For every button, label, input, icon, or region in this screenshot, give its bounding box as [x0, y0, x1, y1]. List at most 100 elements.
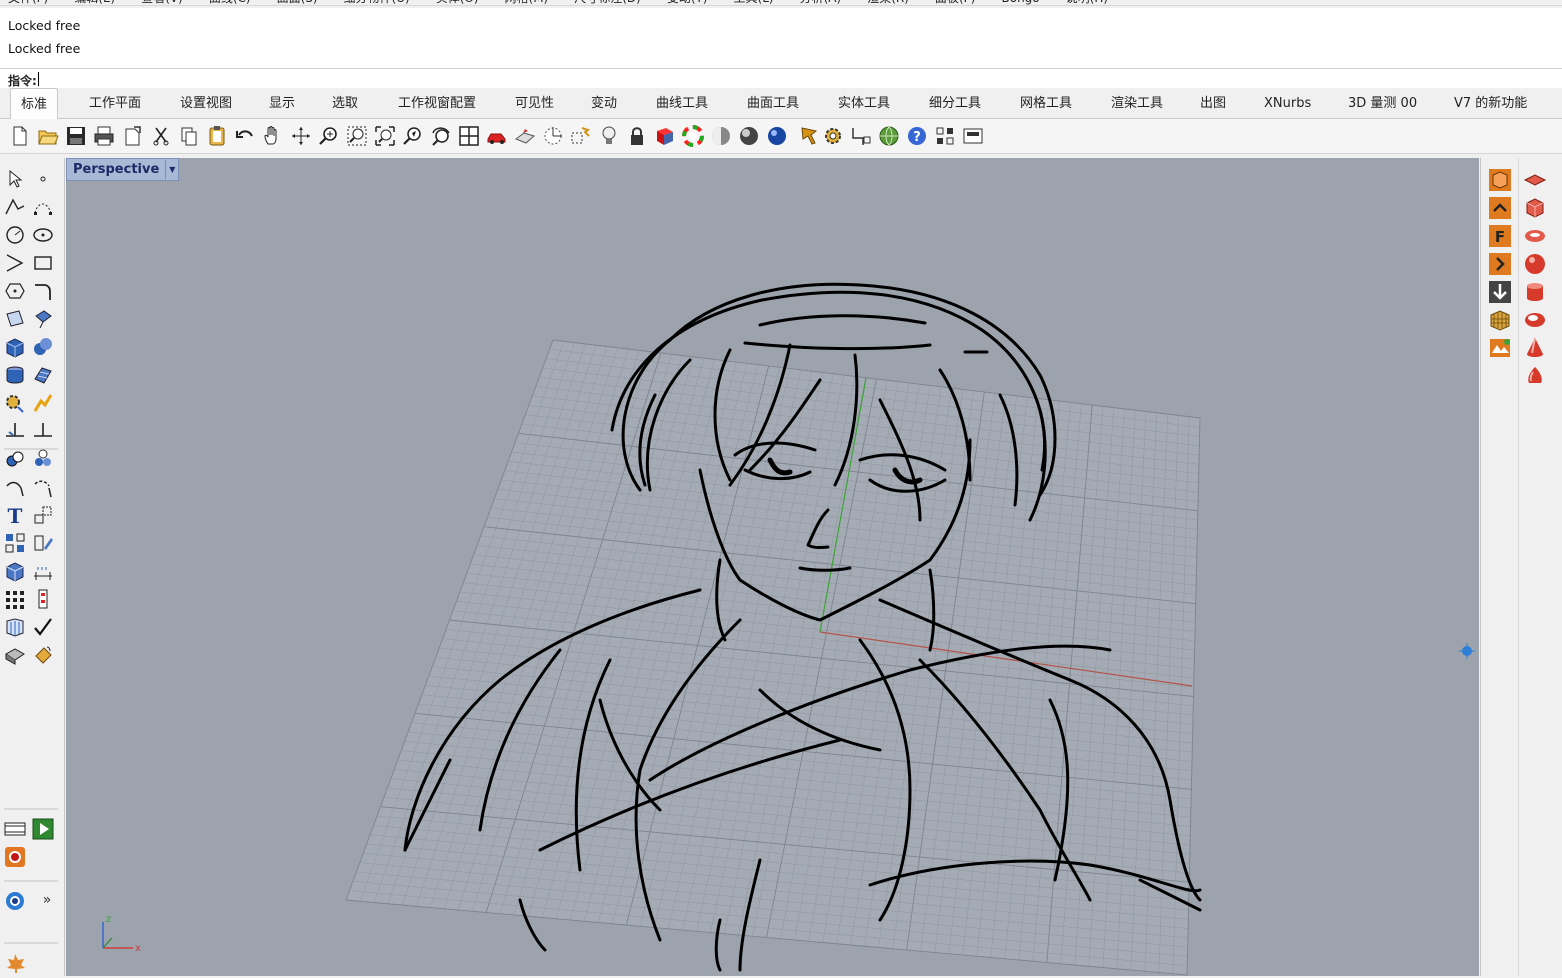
paint-bucket-icon[interactable] [32, 644, 54, 666]
globe-icon[interactable] [878, 125, 900, 147]
tab-display[interactable]: 显示 [259, 88, 305, 118]
right-view-icon[interactable] [1488, 252, 1512, 276]
analyze-direction-icon[interactable] [32, 392, 54, 414]
undo-view-icon[interactable] [430, 125, 452, 147]
help-icon[interactable]: ? [906, 125, 928, 147]
box-icon[interactable] [4, 336, 26, 358]
array-icon[interactable] [4, 588, 26, 610]
cylinder-icon[interactable] [4, 364, 26, 386]
menu-item[interactable]: 分析(A) [800, 0, 842, 5]
tab-set-view[interactable]: 设置视图 [170, 88, 242, 118]
tab-subd-tools[interactable]: 细分工具 [919, 88, 991, 118]
menu-item[interactable]: 工具(L) [734, 0, 774, 5]
polygon-icon[interactable] [4, 280, 26, 302]
scale-icon[interactable] [32, 504, 54, 526]
polyline-icon[interactable] [4, 196, 26, 218]
tab-select[interactable]: 选取 [322, 88, 368, 118]
shaded-sphere-icon[interactable] [710, 125, 732, 147]
trim-icon[interactable] [4, 420, 26, 442]
group-icon[interactable] [4, 532, 26, 554]
viewport-title-bar[interactable]: Perspective ▼ [66, 158, 180, 181]
print-icon[interactable] [93, 125, 115, 147]
menu-item[interactable]: 细分物件(U) [344, 0, 410, 5]
lock-icon[interactable] [626, 125, 648, 147]
cylinder-solid-icon[interactable] [1523, 280, 1547, 304]
boolean-union-icon[interactable] [4, 448, 26, 470]
tab-standard[interactable]: 标准 [10, 88, 59, 119]
rendered-sphere-icon[interactable] [738, 125, 760, 147]
plane-solid-icon[interactable] [1523, 168, 1547, 192]
named-views-icon[interactable] [962, 125, 984, 147]
menu-item[interactable]: 编辑(E) [74, 0, 115, 5]
sphere-solid-icon[interactable] [1523, 252, 1547, 276]
surface-analysis-icon[interactable] [4, 616, 26, 638]
zoom-window-icon[interactable] [346, 125, 368, 147]
tab-curve-tools[interactable]: 曲线工具 [646, 88, 718, 118]
boolean-split-icon[interactable] [32, 448, 54, 470]
perspective-viewport[interactable]: z x [66, 158, 1479, 976]
torus-solid-icon[interactable] [1523, 224, 1547, 248]
menu-item[interactable]: 渲染(R) [867, 0, 909, 5]
arc-icon[interactable] [4, 252, 26, 274]
split-icon[interactable] [32, 420, 54, 442]
record-icon[interactable] [4, 846, 26, 868]
box-solid-icon[interactable] [1523, 196, 1547, 220]
blue-sphere-icon[interactable] [766, 125, 788, 147]
mesh-box-icon[interactable] [4, 560, 26, 582]
ellipse-icon[interactable] [32, 224, 54, 246]
surface-patch-icon[interactable] [32, 364, 54, 386]
command-input[interactable] [40, 70, 1540, 86]
save-icon[interactable] [65, 125, 87, 147]
dimension-tool-icon[interactable] [32, 560, 54, 582]
zoom-selected-icon[interactable] [402, 125, 424, 147]
tab-mesh-tools[interactable]: 网格工具 [1010, 88, 1082, 118]
copy-icon[interactable] [178, 125, 200, 147]
perspective-view-icon[interactable] [1488, 168, 1512, 192]
check-icon[interactable] [32, 616, 54, 638]
curve-cv-icon[interactable] [32, 196, 54, 218]
zoom-extents-icon[interactable] [374, 125, 396, 147]
car-icon[interactable] [486, 125, 508, 147]
tab-viewport-layout[interactable]: 工作视窗配置 [388, 88, 486, 118]
dimension-icon[interactable] [850, 125, 872, 147]
menu-item[interactable]: 尺寸标注(D) [574, 0, 641, 5]
tab-transform[interactable]: 变动 [581, 88, 627, 118]
viewport-menu-dropdown-icon[interactable]: ▼ [165, 160, 178, 179]
paraboloid-solid-icon[interactable] [1523, 364, 1547, 388]
spheres-icon[interactable] [32, 336, 54, 358]
menu-item[interactable]: 实体(O) [436, 0, 479, 5]
properties-icon[interactable] [32, 588, 54, 610]
menu-item[interactable]: 查看(V) [141, 0, 183, 5]
ellipsoid-solid-icon[interactable] [1523, 308, 1547, 332]
render-icon[interactable] [798, 125, 820, 147]
tab-visibility[interactable]: 可见性 [505, 88, 564, 118]
material-icon[interactable] [654, 125, 676, 147]
menu-item[interactable]: 网格(M) [505, 0, 549, 5]
point-icon[interactable] [32, 168, 54, 190]
plane-icon[interactable] [514, 125, 536, 147]
tab-v7-new[interactable]: V7 的新功能 [1444, 88, 1537, 118]
bottom-view-icon[interactable] [1488, 280, 1512, 304]
surface-corner-icon[interactable] [4, 308, 26, 330]
settings-gear-icon[interactable] [822, 125, 844, 147]
join-icon[interactable] [4, 478, 26, 500]
top-view-icon[interactable] [1488, 196, 1512, 220]
menu-item[interactable]: 曲面(S) [277, 0, 318, 5]
text-object-icon[interactable]: T [4, 504, 26, 528]
cut-icon[interactable] [150, 125, 172, 147]
tab-render-tools[interactable]: 渲染工具 [1101, 88, 1173, 118]
rectangle-icon[interactable] [32, 252, 54, 274]
cplane-icon[interactable] [542, 125, 564, 147]
selection-point-marker[interactable] [1459, 643, 1475, 659]
open-folder-icon[interactable] [37, 125, 59, 147]
tab-xnurbs[interactable]: XNurbs [1254, 88, 1321, 118]
menu-item[interactable]: Bongo [1002, 0, 1040, 5]
render-mesh-icon[interactable] [4, 644, 26, 666]
block-edit-icon[interactable] [32, 532, 54, 554]
tab-surface-tools[interactable]: 曲面工具 [737, 88, 809, 118]
circle-icon[interactable] [4, 224, 26, 246]
new-file-icon[interactable] [9, 125, 31, 147]
menu-item[interactable]: 文件(F) [8, 0, 48, 5]
pan-hand-icon[interactable] [262, 125, 284, 147]
tab-drafting[interactable]: 出图 [1190, 88, 1236, 118]
